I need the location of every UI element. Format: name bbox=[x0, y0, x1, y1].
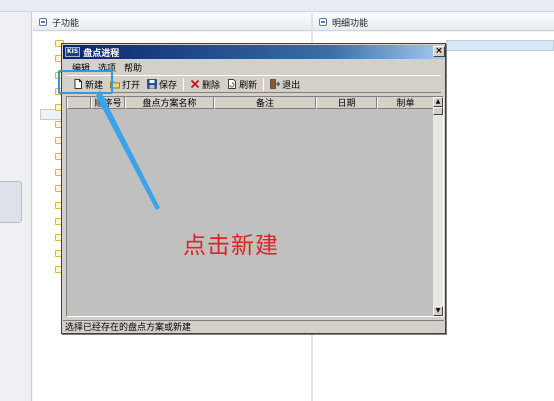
open-button[interactable]: 打开 bbox=[109, 78, 141, 91]
sub-function-title: 子功能 bbox=[52, 18, 80, 29]
col-creator[interactable]: 制单 bbox=[377, 97, 434, 109]
toolbar: 新建 打开 保存 删除 刷新 退出 bbox=[66, 75, 441, 93]
panel-collapse-icon[interactable] bbox=[39, 18, 47, 26]
exit-label: 退出 bbox=[282, 80, 301, 91]
toolbar-separator bbox=[263, 77, 265, 91]
dialog-title: 盘点进程 bbox=[83, 48, 120, 59]
toolbar-separator bbox=[183, 77, 185, 91]
row-indicator-header bbox=[67, 97, 91, 109]
inventory-process-dialog: KIS 盘点进程 × 编辑 选项 帮助 新建 打开 保存 删除 刷新 退出 顺序… bbox=[61, 43, 446, 334]
refresh-icon bbox=[227, 79, 237, 89]
delete-icon bbox=[190, 79, 200, 89]
menu-help[interactable]: 帮助 bbox=[124, 61, 142, 74]
open-label: 打开 bbox=[122, 80, 141, 91]
close-button[interactable]: × bbox=[433, 46, 445, 57]
table-vertical-scrollbar[interactable]: ▲ ▼ bbox=[433, 97, 443, 316]
save-label: 保存 bbox=[159, 80, 178, 91]
app-logo-icon: KIS bbox=[65, 47, 81, 57]
status-text: 选择已经存在的盘点方案或新建 bbox=[65, 323, 192, 333]
scroll-down-icon[interactable]: ▼ bbox=[433, 306, 443, 316]
table-header: 顺序号 盘点方案名称 备注 日期 制单 bbox=[67, 97, 434, 109]
delete-button[interactable]: 删除 bbox=[189, 78, 221, 91]
annotation-text: 点击新建 bbox=[183, 233, 279, 259]
col-plan-name[interactable]: 盘点方案名称 bbox=[125, 97, 214, 109]
refresh-label: 刷新 bbox=[239, 80, 258, 91]
exit-icon bbox=[270, 79, 281, 89]
scroll-thumb[interactable] bbox=[433, 107, 443, 115]
panel-collapse-icon[interactable] bbox=[319, 18, 327, 26]
col-remark[interactable]: 备注 bbox=[214, 97, 316, 109]
delete-label: 删除 bbox=[202, 80, 221, 91]
sub-function-panel-header: 子功能 bbox=[33, 14, 311, 31]
save-icon bbox=[147, 79, 157, 89]
detail-function-panel-header: 明细功能 bbox=[313, 14, 554, 31]
inventory-plan-table[interactable]: 顺序号 盘点方案名称 备注 日期 制单 ▲ ▼ bbox=[66, 96, 444, 317]
refresh-button[interactable]: 刷新 bbox=[226, 78, 258, 91]
status-bar: 选择已经存在的盘点方案或新建 bbox=[63, 320, 444, 333]
new-button-highlight bbox=[58, 70, 113, 94]
dialog-titlebar[interactable]: KIS 盘点进程 × bbox=[63, 45, 445, 59]
save-button[interactable]: 保存 bbox=[146, 78, 178, 91]
scroll-up-icon[interactable]: ▲ bbox=[433, 97, 443, 107]
app-top-bar bbox=[0, 0, 554, 12]
detail-function-title: 明细功能 bbox=[332, 18, 369, 29]
left-nav-tab[interactable] bbox=[0, 181, 22, 223]
exit-button[interactable]: 退出 bbox=[269, 78, 301, 91]
detail-item-row[interactable] bbox=[446, 40, 554, 51]
col-seq-no[interactable]: 顺序号 bbox=[91, 97, 125, 109]
col-date[interactable]: 日期 bbox=[316, 97, 377, 109]
